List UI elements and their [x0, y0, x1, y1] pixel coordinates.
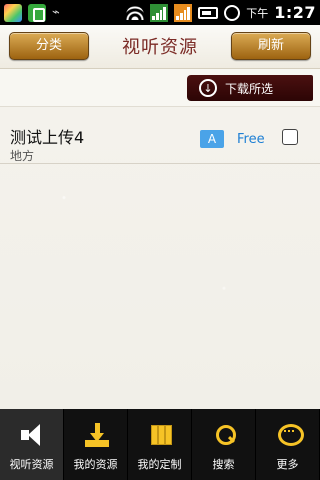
wifi-icon	[126, 5, 145, 20]
item-title: 测试上传4	[10, 128, 85, 147]
more-icon	[275, 421, 304, 449]
download-arrow-icon: ↓	[199, 79, 217, 97]
nav-label: 视听资源	[9, 458, 54, 471]
status-bar: ⌁ 下午 1:27	[0, 0, 320, 25]
book-icon	[147, 421, 175, 449]
status-left-icons: ⌁	[4, 3, 60, 22]
category-button[interactable]: 分类	[9, 32, 89, 60]
download-bar: ↓ 下载所选	[0, 69, 320, 107]
header-bar: 分类 视听资源 刷新	[0, 25, 320, 69]
nav-label: 更多	[276, 458, 299, 471]
list-item[interactable]: 测试上传4 地方 A Free	[0, 116, 320, 164]
time-label: 1:27	[274, 3, 316, 22]
content-area: 测试上传4 地方 A Free	[0, 107, 320, 409]
nav-label: 我的资源	[73, 458, 118, 471]
nav-label: 我的定制	[137, 458, 182, 471]
alarm-icon	[224, 4, 241, 21]
item-subtitle: 地方	[10, 149, 35, 163]
nav-label: 搜索	[212, 458, 235, 471]
notification-icon	[28, 3, 46, 22]
nav-item-my-custom[interactable]: 我的定制	[128, 409, 192, 480]
search-icon	[211, 421, 239, 449]
ampm-label: 下午	[246, 6, 269, 20]
page-title: 视听资源	[122, 37, 198, 58]
usb-icon: ⌁	[52, 5, 60, 20]
bottom-navigation: 视听资源 我的资源 我的定制 搜索 更多	[0, 409, 320, 480]
signal-icon	[150, 3, 169, 22]
app-icon	[4, 3, 22, 22]
nav-item-search[interactable]: 搜索	[192, 409, 256, 480]
select-checkbox[interactable]	[282, 129, 298, 145]
download-icon	[83, 421, 111, 449]
signal-icon-orange	[174, 3, 193, 22]
battery-icon	[198, 6, 219, 19]
nav-item-audio-video[interactable]: 视听资源	[0, 409, 64, 480]
letter-badge: A	[200, 130, 224, 148]
nav-item-my-resources[interactable]: 我的资源	[64, 409, 128, 480]
price-label: Free	[237, 132, 265, 147]
nav-item-more[interactable]: 更多	[256, 409, 320, 480]
download-selected-button[interactable]: ↓ 下载所选	[187, 75, 313, 101]
status-right-icons: 下午 1:27	[126, 3, 316, 22]
refresh-button[interactable]: 刷新	[231, 32, 311, 60]
download-selected-label: 下载所选	[225, 81, 274, 96]
speaker-icon	[19, 421, 47, 449]
app-screen: ⌁ 下午 1:27 分类 视听资源 刷新 ↓ 下载所选 测试上传4 地方 A F…	[0, 0, 320, 480]
